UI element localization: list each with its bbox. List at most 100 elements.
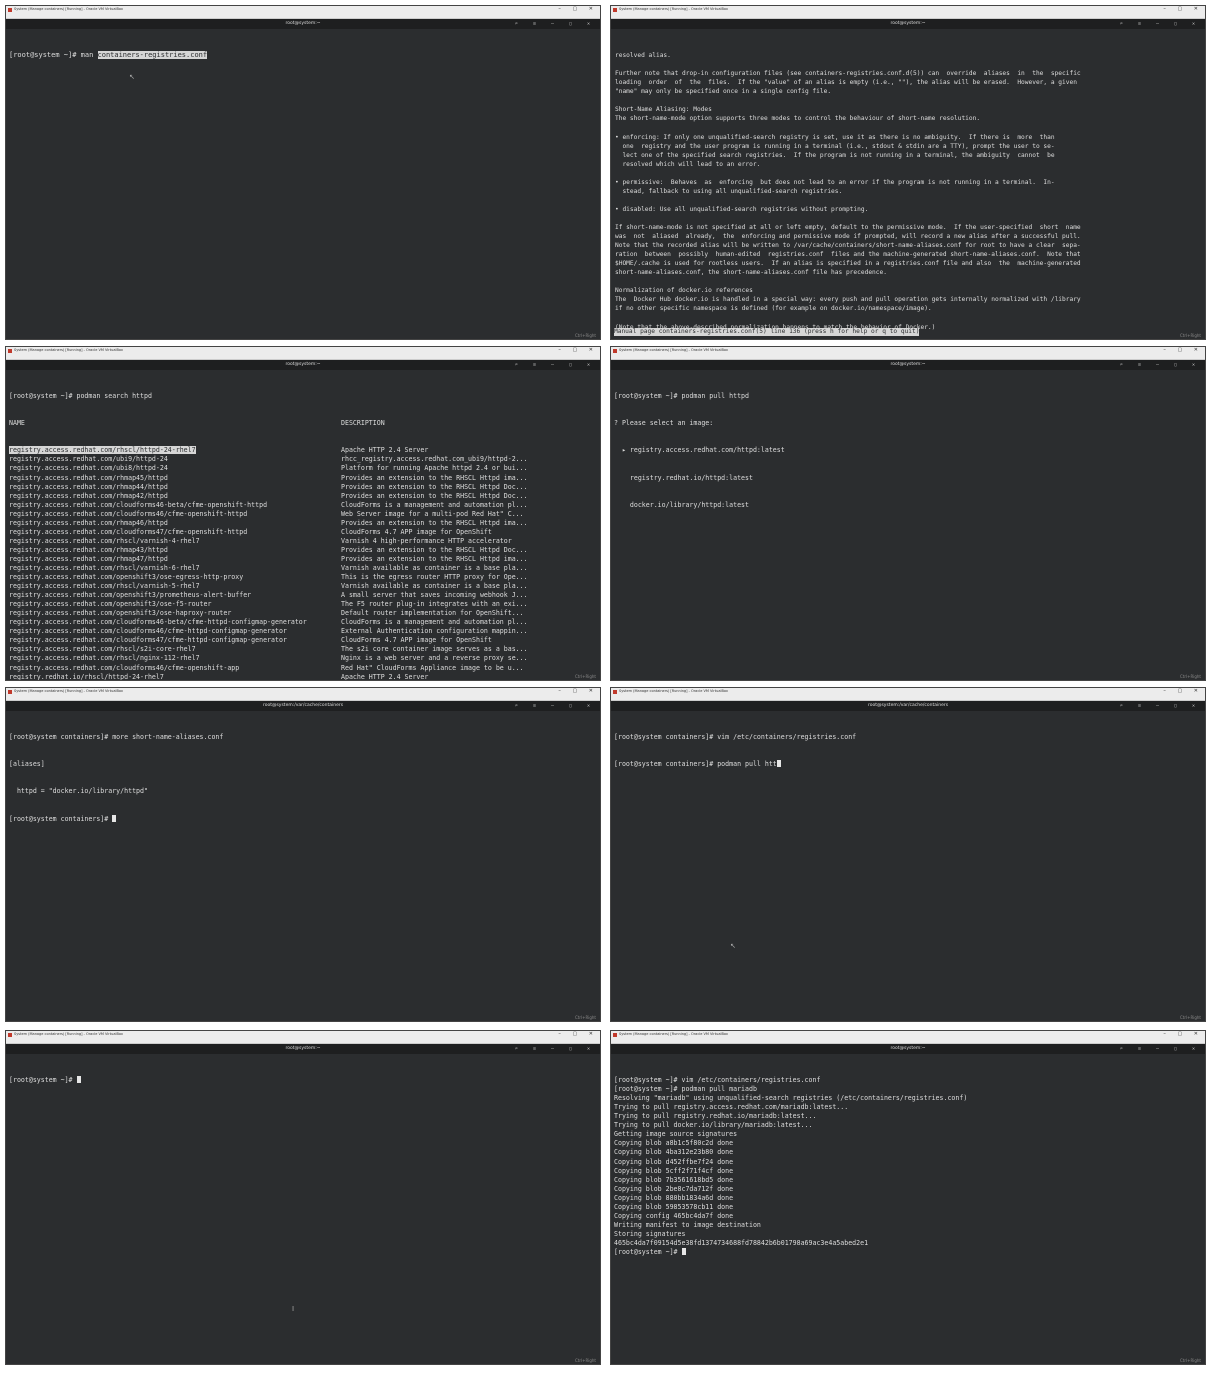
image-description: Varnish available as container is a base… bbox=[341, 563, 528, 572]
output-line: Resolving "mariadb" using unqualified-se… bbox=[614, 1094, 968, 1103]
mariadb-pull-output[interactable]: [root@system ~]# vim /etc/containers/reg… bbox=[611, 1054, 1205, 1257]
man-line: The short-name-mode option supports thre… bbox=[615, 115, 981, 123]
man-line: ration between possibly human-edited reg… bbox=[615, 251, 1081, 259]
vm-window-7[interactable]: System (Manage containers) [Running] - O… bbox=[5, 1030, 601, 1365]
terminal-controls[interactable]: ⌕ ≡ – ▢ ✕ bbox=[1120, 701, 1201, 711]
search-result-row: registry.access.redhat.com/rhscl/httpd-2… bbox=[9, 446, 597, 455]
image-name: registry.access.redhat.com/rhmap46/httpd bbox=[9, 518, 168, 527]
search-result-row: registry.access.redhat.com/openshift3/os… bbox=[9, 609, 597, 618]
search-result-row: registry.access.redhat.com/cloudforms46-… bbox=[9, 501, 597, 510]
image-name: registry.access.redhat.com/openshift3/os… bbox=[9, 600, 212, 609]
aliases-output[interactable]: [root@system containers]# more short-nam… bbox=[6, 711, 600, 842]
terminal-controls[interactable]: ⌕ ≡ – ▢ ✕ bbox=[515, 360, 596, 370]
image-name: registry.access.redhat.com/openshift3/os… bbox=[9, 573, 244, 582]
man-line: If short-name-mode is not specified at a… bbox=[615, 223, 1081, 231]
terminal-controls[interactable]: ⌕ ≡ – ▢ ✕ bbox=[1120, 1044, 1201, 1054]
man-line bbox=[615, 277, 1202, 286]
man-line bbox=[615, 60, 1202, 69]
image-name: registry.access.redhat.com/cloudforms46/… bbox=[9, 509, 248, 518]
mouse-pointer-icon: ↖ bbox=[730, 942, 736, 950]
image-option-selected[interactable]: ▸ registry.access.redhat.com/httpd:lates… bbox=[614, 446, 1202, 455]
image-description: CloudForms is a management and automatio… bbox=[341, 618, 528, 627]
image-name: registry.access.redhat.com/cloudforms46/… bbox=[9, 627, 287, 636]
search-result-row: registry.redhat.io/rhscl/httpd-24-rhel7 A… bbox=[9, 672, 597, 681]
virtualbox-icon bbox=[8, 7, 12, 12]
man-line: • disabled: Use all unqualified-search r… bbox=[615, 205, 869, 213]
terminal-output[interactable]: [root@system ~]# man containers-registri… bbox=[6, 29, 600, 78]
image-name: registry.access.redhat.com/cloudforms46-… bbox=[9, 500, 268, 509]
output-line: Copying blob 880bb1834a6d done bbox=[614, 1193, 734, 1202]
man-line: Short-Name Aliasing: Modes bbox=[615, 106, 712, 114]
virtualbox-icon bbox=[613, 348, 617, 353]
terminal-controls[interactable]: ⌕ ≡ – ▢ ✕ bbox=[1120, 360, 1201, 370]
selected-text: containers-registries.conf bbox=[97, 51, 208, 60]
man-line bbox=[615, 313, 1202, 322]
image-description: Nginx is a web server and a reverse prox… bbox=[341, 654, 528, 663]
window-controls[interactable]: – ▢ ✕ bbox=[558, 1031, 598, 1038]
terminal-headerbar: root@system:~ ⌕ ≡ – ▢ ✕ bbox=[6, 360, 600, 370]
col-name-header: NAME bbox=[9, 419, 25, 428]
window-controls[interactable]: – ▢ ✕ bbox=[1163, 347, 1203, 354]
search-result-row: registry.access.redhat.com/rhscl/varnish… bbox=[9, 537, 597, 546]
output-line: [root@system ~]# podman pull mariadb bbox=[614, 1085, 757, 1094]
output-line: Writing manifest to image destination bbox=[614, 1220, 761, 1229]
man-page-output[interactable]: resolved alias. Further note that drop-in… bbox=[611, 29, 1205, 339]
terminal-controls[interactable]: ⌕ ≡ – ▢ ✕ bbox=[515, 1044, 596, 1054]
text-cursor-icon: I bbox=[292, 1305, 295, 1313]
image-name: registry.access.redhat.com/ubi9/httpd-24 bbox=[9, 455, 168, 464]
search-result-row: registry.access.redhat.com/rhscl/varnish… bbox=[9, 564, 597, 573]
man-line bbox=[615, 214, 1202, 223]
vm-window-6[interactable]: System (Manage containers) [Running] - O… bbox=[610, 687, 1206, 1022]
output-line: Copying blob 59853578cb11 done bbox=[614, 1202, 734, 1211]
mouse-pointer-icon: ↖ bbox=[129, 73, 135, 81]
search-result-row: registry.access.redhat.com/openshift3/os… bbox=[9, 573, 597, 582]
man-line: "name" may only be specified once in a s… bbox=[615, 88, 832, 96]
empty-prompt-output[interactable]: [root@system ~]# bbox=[6, 1054, 600, 1103]
terminal-controls[interactable]: ⌕ ≡ – ▢ ✕ bbox=[1120, 19, 1201, 29]
vm-window-2[interactable]: System (Manage containers) [Running] - O… bbox=[610, 5, 1206, 340]
terminal-headerbar: root@system:~ ⌕ ≡ – ▢ ✕ bbox=[611, 360, 1205, 370]
pull-prompt-output[interactable]: [root@system ~]# podman pull httpd ? Ple… bbox=[611, 370, 1205, 528]
terminal-headerbar: root@system:/var/cache/containers ⌕ ≡ – ▢… bbox=[611, 701, 1205, 711]
window-controls[interactable]: – ▢ ✕ bbox=[558, 347, 598, 354]
window-controls[interactable]: – ▢ ✕ bbox=[1163, 688, 1203, 695]
image-option[interactable]: registry.redhat.io/httpd:latest bbox=[614, 474, 1202, 483]
search-result-row: registry.access.redhat.com/cloudforms46/… bbox=[9, 510, 597, 519]
output-line: Copying config 465bc4da7f done bbox=[614, 1211, 734, 1220]
vm-window-3[interactable]: System (Manage containers) [Running] - O… bbox=[5, 346, 601, 681]
virtualbox-icon bbox=[613, 689, 617, 694]
window-controls[interactable]: – ▢ ✕ bbox=[1163, 1031, 1203, 1038]
man-line: Further note that drop-in configuration … bbox=[615, 70, 1081, 78]
man-line bbox=[615, 196, 1202, 205]
vm-window-5[interactable]: System (Manage containers) [Running] - O… bbox=[5, 687, 601, 1022]
terminal-controls[interactable]: ⌕ ≡ – ▢ ✕ bbox=[515, 19, 596, 29]
man-line: $HOME/.cache is used for rootless users.… bbox=[615, 260, 1081, 268]
image-name: registry.redhat.io/rhscl/httpd-24-rhel7 bbox=[9, 672, 164, 681]
window-controls[interactable]: – ▢ ✕ bbox=[1163, 6, 1203, 13]
terminal-controls[interactable]: ⌕ ≡ – ▢ ✕ bbox=[515, 701, 596, 711]
image-name: registry.access.redhat.com/rhmap47/httpd bbox=[9, 554, 168, 563]
vm-window-1[interactable]: System (Manage containers) [Running] - O… bbox=[5, 5, 601, 340]
image-name: registry.access.redhat.com/cloudforms46/… bbox=[9, 663, 240, 672]
terminal-headerbar: root@system:~ ⌕ ≡ – ▢ ✕ bbox=[611, 1044, 1205, 1054]
search-output[interactable]: [root@system ~]# podman search httpd NAM… bbox=[6, 370, 600, 681]
image-name: registry.access.redhat.com/rhmap42/httpd bbox=[9, 491, 168, 500]
image-name: registry.access.redhat.com/ubi8/httpd-24 bbox=[9, 464, 168, 473]
image-name: registry.access.redhat.com/openshift3/os… bbox=[9, 609, 232, 618]
image-description: Varnish 4 high-performance HTTP accelera… bbox=[341, 536, 512, 545]
window-controls[interactable]: – ▢ ✕ bbox=[558, 688, 598, 695]
search-result-row: registry.access.redhat.com/cloudforms46/… bbox=[9, 664, 597, 673]
image-option[interactable]: docker.io/library/httpd:latest bbox=[614, 501, 1202, 510]
image-description: This is the egress router HTTP proxy for… bbox=[341, 573, 528, 582]
window-controls[interactable]: – ▢ ✕ bbox=[558, 6, 598, 13]
vm-window-8[interactable]: System (Manage containers) [Running] - O… bbox=[610, 1030, 1206, 1365]
typing-output[interactable]: [root@system containers]# vim /etc/conta… bbox=[611, 711, 1205, 787]
image-description: Apache HTTP 2.4 Server bbox=[341, 446, 429, 455]
virtualbox-icon bbox=[8, 689, 12, 694]
output-line: 465bc4da7f09154d5e38fd1374734688fd78842b… bbox=[614, 1238, 869, 1247]
vm-titlebar: System (Manage containers) [Running] - O… bbox=[611, 6, 1205, 13]
image-description: Platform for running Apache httpd 2.4 or… bbox=[341, 464, 528, 473]
vm-window-4[interactable]: System (Manage containers) [Running] - O… bbox=[610, 346, 1206, 681]
image-name: registry.access.redhat.com/rhscl/varnish… bbox=[9, 582, 200, 591]
search-result-row: registry.access.redhat.com/rhmap46/httpd… bbox=[9, 519, 597, 528]
